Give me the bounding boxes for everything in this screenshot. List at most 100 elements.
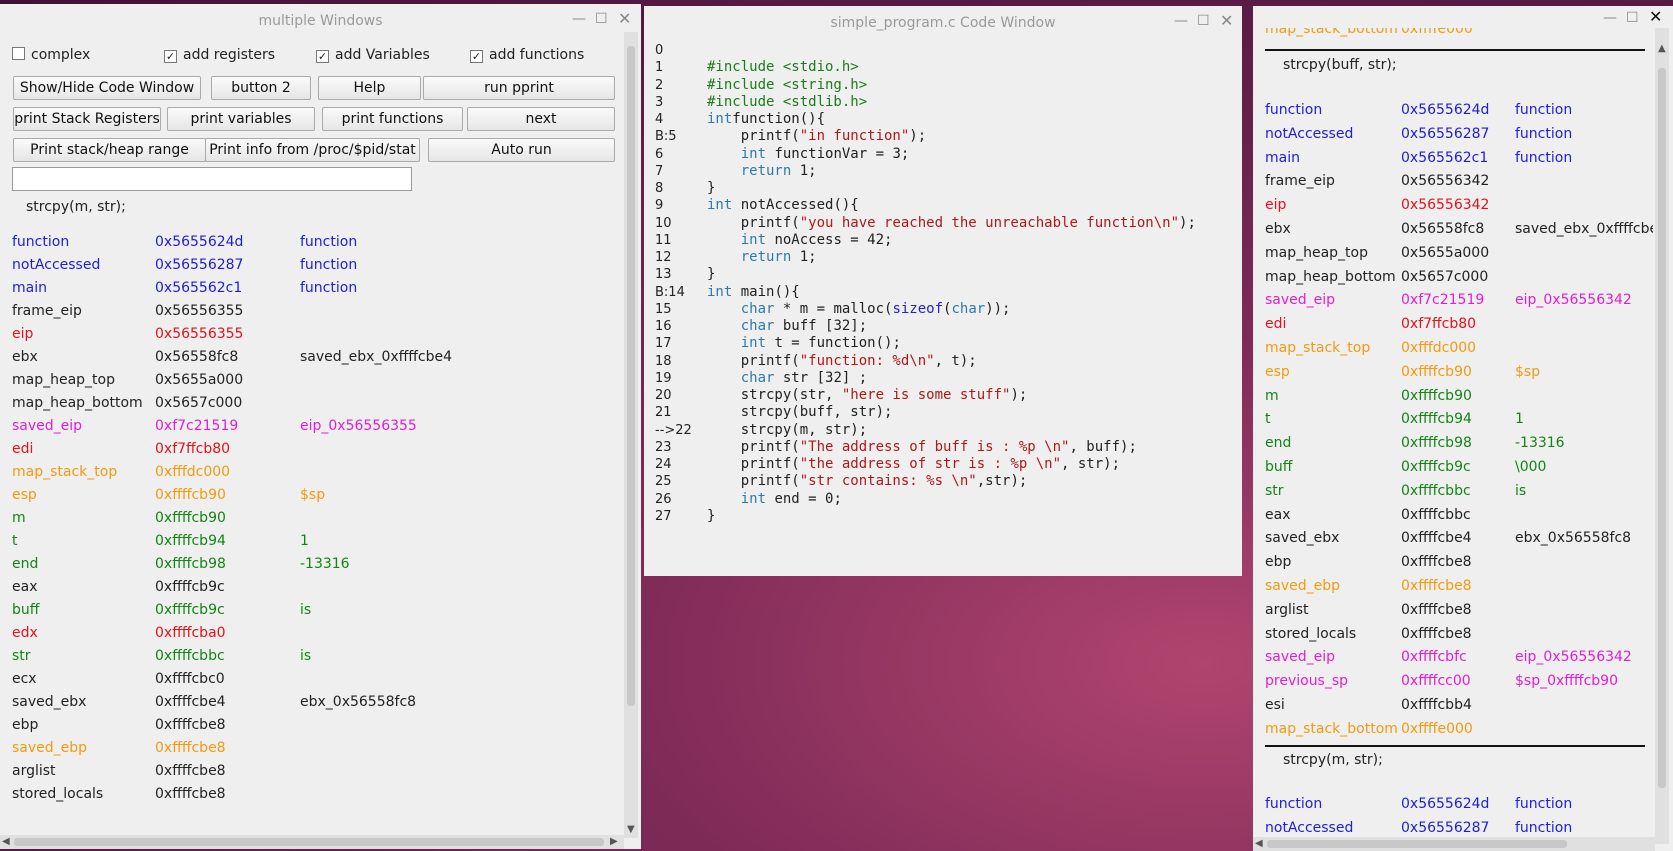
title-bar[interactable]: simple_program.c Code Window — ☐ ✕: [644, 6, 1242, 36]
checkbox-1[interactable]: ✓ add registers: [164, 45, 275, 65]
code-line[interactable]: 9 int notAccessed(){: [655, 197, 1235, 214]
code-line[interactable]: 1 #include <stdio.h>: [655, 59, 1235, 76]
row-addr: 0x56556287: [1401, 819, 1490, 836]
row-name: ebp: [1265, 554, 1292, 571]
scroll-up-icon[interactable]: ▲: [1658, 44, 1666, 54]
checkbox-box-icon[interactable]: [12, 47, 25, 60]
scroll-right-icon[interactable]: ▶: [610, 837, 618, 847]
close-icon[interactable]: ✕: [1220, 13, 1233, 29]
code-line[interactable]: 20 strcpy(str, "here is some stuff");: [655, 387, 1235, 404]
code-line[interactable]: 3 #include <stdlib.h>: [655, 94, 1235, 111]
code-line[interactable]: 21 strcpy(buff, str);: [655, 404, 1235, 421]
print-variables-button[interactable]: print variables: [167, 107, 315, 131]
table-row: arglist 0xffffcbe8: [12, 760, 612, 782]
command-input[interactable]: [12, 167, 412, 191]
maximize-icon[interactable]: ☐: [595, 12, 608, 26]
line-number: 13: [655, 267, 672, 283]
checkbox-box-icon[interactable]: ✓: [470, 50, 483, 63]
row-name: end: [1265, 435, 1292, 452]
code-text: int t = function();: [707, 335, 901, 352]
next-button[interactable]: next: [467, 107, 615, 131]
table-row: ebx 0x56558fc8 saved_ebx_0xffffcbe4: [1265, 218, 1653, 240]
line-number: 11: [655, 232, 672, 248]
code-line[interactable]: 2 #include <string.h>: [655, 77, 1235, 94]
code-line[interactable]: 18 printf("function: %d\n", t);: [655, 353, 1235, 370]
print-stack-heap-range-button[interactable]: Print stack/heap range: [13, 138, 206, 162]
vertical-scrollbar[interactable]: ▲: [1655, 28, 1669, 844]
button-2-button[interactable]: button 2: [211, 76, 311, 100]
code-line[interactable]: 27}: [655, 508, 1235, 525]
code-line[interactable]: B:14 int main(){: [655, 284, 1235, 301]
code-line[interactable]: 25 printf("str contains: %s \n",str);: [655, 473, 1235, 490]
checkbox-0[interactable]: complex: [12, 45, 90, 65]
code-text: int notAccessed(){: [707, 197, 859, 214]
code-token: int: [740, 335, 767, 352]
show-hide-code-window-button[interactable]: Show/Hide Code Window: [13, 76, 201, 100]
row-info: $sp_0xffffcb90: [1515, 673, 1618, 690]
minimize-icon[interactable]: —: [1603, 11, 1617, 25]
code-line[interactable]: 0: [655, 42, 1235, 59]
table-row: end 0xffffcb98 -13316: [12, 553, 612, 575]
code-line[interactable]: 26 int end = 0;: [655, 491, 1235, 508]
code-line[interactable]: 13}: [655, 266, 1235, 283]
minimize-icon[interactable]: —: [572, 12, 586, 26]
horizontal-scrollbar[interactable]: ◀: [1253, 837, 1655, 851]
table-row: m 0xffffcb90: [12, 507, 612, 529]
maximize-icon[interactable]: ☐: [1626, 11, 1639, 25]
title-bar[interactable]: multiple Windows — ☐ ✕: [0, 4, 641, 34]
row-info: function: [300, 280, 358, 296]
code-line[interactable]: 11 int noAccess = 42;: [655, 232, 1235, 249]
print-info-from-proc-pid-stat-button[interactable]: Print info from /proc/$pid/stat: [205, 138, 420, 162]
checkbox-2[interactable]: ✓ add Variables: [316, 45, 430, 65]
vertical-scrollbar[interactable]: ▼: [624, 32, 638, 838]
code-token: , str);: [1061, 456, 1121, 472]
minimize-icon[interactable]: —: [1174, 14, 1188, 28]
row-name: t: [12, 533, 18, 549]
source-code-view[interactable]: 0 1 #include <stdio.h> 2 #include <string.h>…: [655, 42, 1235, 562]
code-token: #include <stdlib.h>: [707, 93, 868, 110]
row-addr: 0xffffcb94: [1401, 411, 1472, 428]
horizontal-scrollbar[interactable]: ◀ ▶: [0, 835, 624, 849]
code-token: buff [32];: [774, 318, 868, 334]
table-row: map_heap_bottom 0x5657c000: [12, 392, 612, 414]
line-number: 26: [655, 491, 672, 507]
print-functions-button[interactable]: print functions: [322, 107, 463, 131]
table-row: map_stack_bottom 0xffffe000: [1265, 718, 1653, 740]
code-token: int: [707, 197, 733, 214]
scroll-left-icon[interactable]: ◀: [2, 837, 10, 847]
code-line[interactable]: 12 return 1;: [655, 249, 1235, 266]
row-info: function: [1515, 819, 1573, 836]
scroll-down-icon[interactable]: ▼: [627, 825, 635, 835]
code-line[interactable]: -->22 strcpy(m, str);: [655, 422, 1235, 439]
print-stack-registers-button[interactable]: print Stack Registers: [13, 107, 161, 131]
checkbox-3[interactable]: ✓ add functions: [470, 45, 584, 65]
scroll-left-icon[interactable]: ◀: [1255, 839, 1263, 849]
row-name: saved_ebp: [12, 740, 88, 756]
code-line[interactable]: 8}: [655, 180, 1235, 197]
code-line[interactable]: 7 return 1;: [655, 163, 1235, 180]
row-addr: 0xf7c21519: [155, 418, 239, 434]
code-line[interactable]: B:5 printf("in function");: [655, 128, 1235, 145]
code-line[interactable]: 15 char * m = malloc(sizeof(char));: [655, 301, 1235, 318]
code-line[interactable]: 23 printf("The address of buff is : %p \…: [655, 439, 1235, 456]
auto-run-button[interactable]: Auto run: [428, 138, 615, 162]
help-button[interactable]: Help: [318, 76, 421, 100]
checkbox-box-icon[interactable]: ✓: [316, 50, 329, 63]
close-icon[interactable]: ✕: [618, 11, 631, 27]
code-line[interactable]: 24 printf("the address of str is : %p \n…: [655, 456, 1235, 473]
maximize-icon[interactable]: ☐: [1197, 14, 1210, 28]
run-pprint-button[interactable]: run pprint: [423, 76, 615, 100]
code-line[interactable]: 6 int functionVar = 3;: [655, 146, 1235, 163]
code-line[interactable]: 4 intfunction(){: [655, 111, 1235, 128]
row-addr: 0xffffcbe4: [155, 694, 226, 710]
code-line[interactable]: 17 int t = function();: [655, 335, 1235, 352]
checkbox-box-icon[interactable]: ✓: [164, 50, 177, 63]
code-text: strcpy(buff, str);: [707, 404, 893, 421]
row-name: ecx: [12, 671, 37, 687]
line-number: B:5: [655, 129, 677, 145]
code-line[interactable]: 16 char buff [32];: [655, 318, 1235, 335]
code-line[interactable]: 10 printf("you have reached the unreacha…: [655, 215, 1235, 232]
close-icon[interactable]: ✕: [1649, 9, 1662, 25]
code-line[interactable]: 19 char str [32] ;: [655, 370, 1235, 387]
